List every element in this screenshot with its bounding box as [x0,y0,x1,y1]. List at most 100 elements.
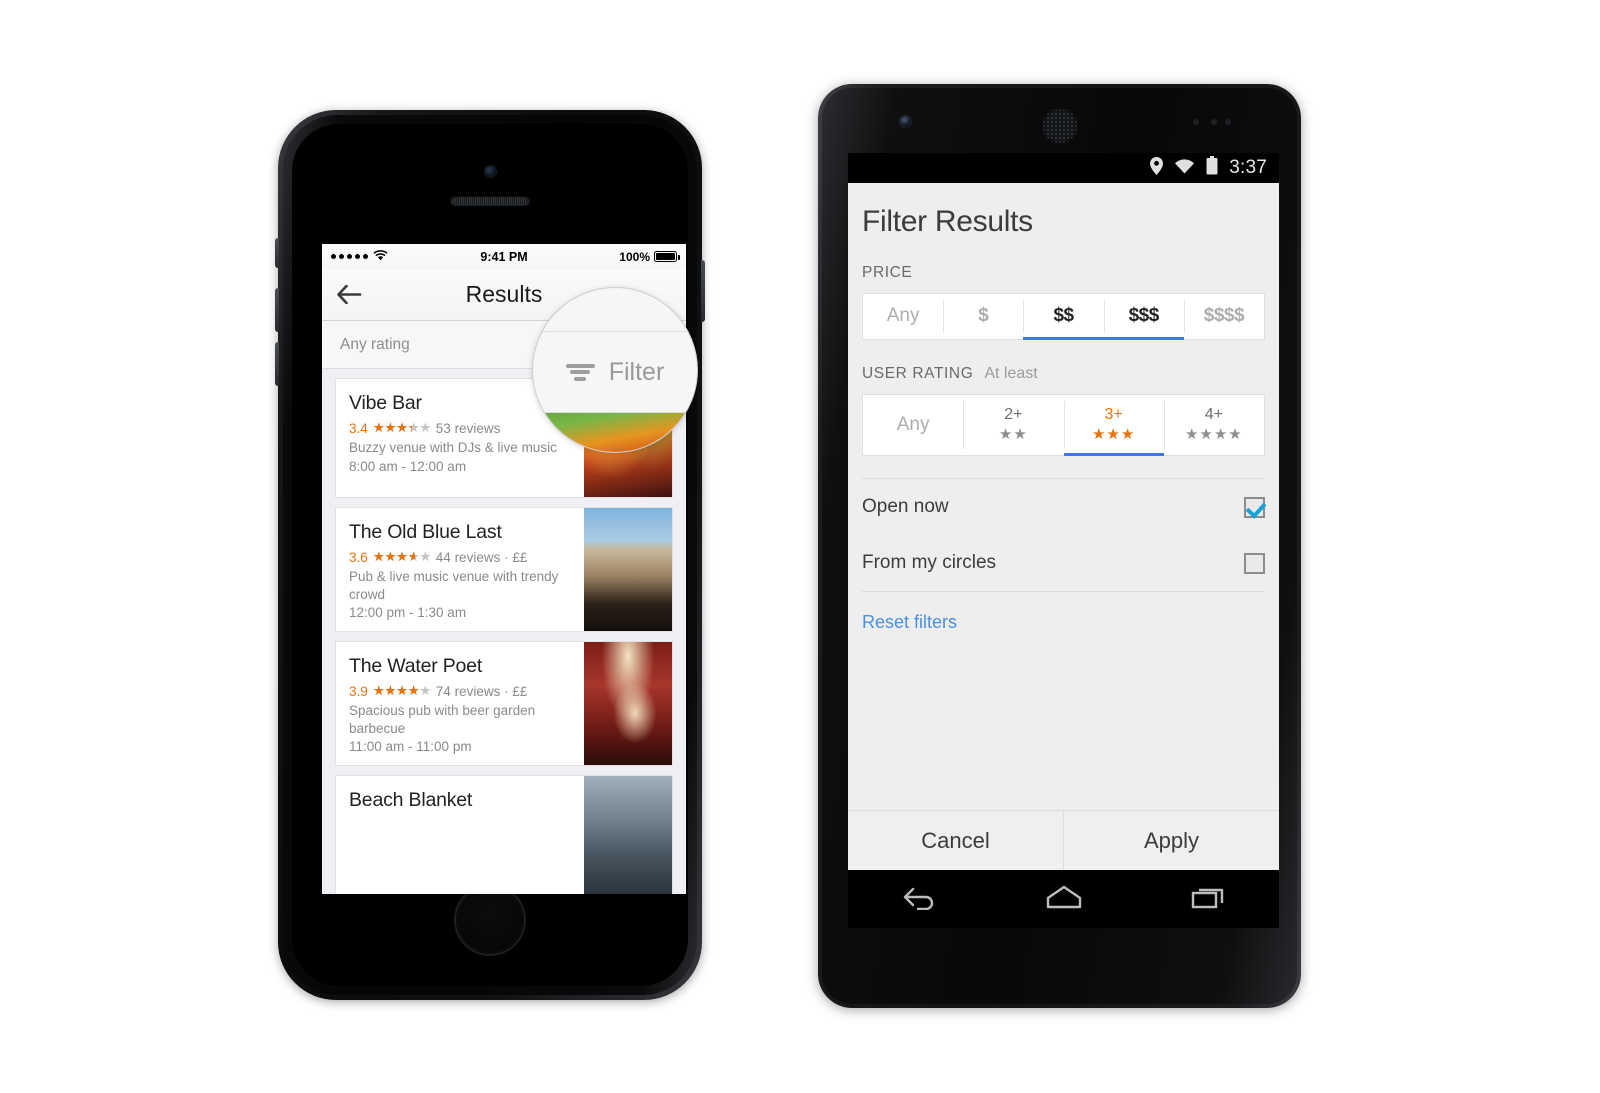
review-count: 44 reviews · ££ [435,549,528,565]
place-thumbnail [584,642,672,766]
rating-option-stars-icon: ★★ [998,426,1028,443]
rating-stars-icon: ★★★★★★★★★★ [372,683,432,699]
place-rating-row: 3.6 ★★★★★★★★★★44 reviews · ££ [349,549,572,565]
iphone-face: 9:41 PM 100% Results Any rating Vibe Bar… [292,124,688,986]
review-count: 74 reviews · ££ [435,683,528,699]
place-rating-row: 3.9★★★★★★★★★★74 reviews · ££ [349,683,572,699]
filter-toggle-label: Open now [862,496,949,517]
rating-option-label: Any [896,413,930,435]
iphone-power-button[interactable] [701,260,705,322]
place-description: Pub & live music venue with trendy crowd [349,569,559,602]
price-option[interactable]: $$$ [1103,294,1185,340]
price-option-label: Any [886,305,920,326]
rating-score: 3.9 [349,683,368,699]
place-card-body: The Water Poet 3.9★★★★★★★★★★74 reviews · … [336,642,584,765]
rating-option[interactable]: 4+ ★★★★ [1163,395,1264,455]
place-card-body: Beach Blanket [336,776,584,894]
price-label-text: PRICE [862,264,913,281]
place-card[interactable]: The Old Blue Last 3.6 ★★★★★★★★★★44 reviews… [335,507,673,633]
rating-option-stars-icon: ★★★ [1091,426,1136,443]
filter-icon [565,363,595,381]
filter-toggle-row[interactable]: Open now [848,479,1279,535]
place-hours: 8:00 am - 12:00 am [349,458,467,474]
place-name: The Old Blue Last [349,521,502,543]
price-option-label: $$$$ [1203,305,1245,326]
filter-toggle-row[interactable]: From my circles [848,535,1279,591]
location-pin-icon [1150,156,1164,180]
proximity-sensors [1193,119,1237,126]
home-button[interactable] [454,884,526,956]
place-thumbnail [584,776,672,894]
reset-filters-link[interactable]: Reset filters [848,592,1279,633]
checkbox[interactable] [1244,552,1265,574]
android-status-bar: 3:37 [848,153,1279,183]
user-rating-label-text: USER RATING [862,365,974,382]
price-option[interactable]: Any [863,294,943,339]
place-hours: 12:00 pm - 1:30 am [349,605,467,621]
user-rating-section-label: USER RATING At least [848,340,1279,383]
price-segmented-control[interactable]: Any $ $$ $$$ $$$$ [862,293,1265,340]
rating-option-label: 3+ [1104,406,1123,423]
android-navigation-bar [848,870,1279,928]
dialog-footer: Cancel Apply [848,810,1279,870]
home-icon[interactable] [1045,884,1083,915]
battery-icon [654,251,680,262]
user-rating-sublabel: At least [984,365,1038,382]
earpiece-speaker [1041,108,1078,144]
price-option-label: $ [978,305,989,326]
wifi-icon [1174,158,1195,179]
any-rating-label[interactable]: Any rating [340,336,410,354]
front-camera-icon [900,116,911,127]
ios-status-bar: 9:41 PM 100% [322,244,686,269]
place-card[interactable]: Beach Blanket [335,775,673,894]
filter-results-title: Filter Results [862,205,1033,238]
front-camera-icon [485,166,496,177]
magnified-thumbnail [533,413,697,452]
iphone-volume-up-button[interactable] [275,288,279,332]
rating-option[interactable]: 2+ ★★ [963,395,1063,455]
toggle-rows: Open now From my circles [848,479,1279,591]
place-card-body: The Old Blue Last 3.6 ★★★★★★★★★★44 reviews… [336,508,584,631]
screenshot-stage: 9:41 PM 100% Results Any rating Vibe Bar… [0,0,1600,1093]
cancel-button[interactable]: Cancel [848,811,1063,870]
earpiece-speaker [450,196,530,206]
back-icon[interactable] [902,884,938,915]
user-rating-segmented-control[interactable]: Any 2+ ★★ 3+ ★★★ 4+ ★★★★ [862,394,1265,456]
place-name: The Water Poet [349,655,483,678]
iphone-silent-switch[interactable] [275,238,279,268]
price-option[interactable]: $$$$ [1183,294,1264,339]
filter-toggle-label: From my circles [862,552,997,573]
price-option[interactable]: $$ [1023,294,1104,340]
magnified-filter-label: Filter [608,357,665,386]
price-option-label: $$$ [1128,305,1160,326]
place-description: Spacious pub with beer garden barbecue [349,703,536,736]
iphone-volume-down-button[interactable] [275,342,279,386]
price-option[interactable]: $ [943,294,1023,339]
filter-magnifier-callout: Filter [532,287,698,453]
rating-option-stars-icon: ★★★★ [1184,426,1243,443]
ios-clock: 9:41 PM [480,249,528,264]
magnified-filter-button[interactable]: Filter [533,332,697,412]
place-card[interactable]: The Water Poet 3.9★★★★★★★★★★74 reviews · … [335,641,673,767]
iphone-device: 9:41 PM 100% Results Any rating Vibe Bar… [275,110,705,1000]
rating-option[interactable]: Any [863,395,963,455]
android-device: 3:37 Filter Results PRICE Any $ $$ $$$ $$$$ … [818,84,1301,1008]
price-section-label: PRICE [848,239,1279,282]
rating-stars-icon: ★★★★★★★★★★ [372,420,432,435]
checkbox[interactable] [1244,496,1265,518]
place-hours: 11:00 am - 11:00 pm [349,739,472,755]
android-bezel: 3:37 Filter Results PRICE Any $ $$ $$$ $$$$ … [822,88,1297,1004]
review-count: 53 reviews [435,420,501,436]
rating-option-label: 2+ [1004,406,1023,423]
iphone-bezel: 9:41 PM 100% Results Any rating Vibe Bar… [283,115,697,995]
place-thumbnail [584,508,672,632]
android-screen: 3:37 Filter Results PRICE Any $ $$ $$$ $$$$ … [848,153,1279,928]
rating-option[interactable]: 3+ ★★★ [1063,395,1165,456]
recents-icon[interactable] [1191,884,1225,915]
rating-option-label: 4+ [1204,406,1223,423]
place-name: Beach Blanket [349,789,473,812]
rating-stars-icon: ★★★★★★★★★★ [372,549,432,564]
rating-score: 3.4 [349,420,368,436]
price-option-label: $$ [1053,305,1074,326]
apply-button[interactable]: Apply [1063,811,1279,870]
